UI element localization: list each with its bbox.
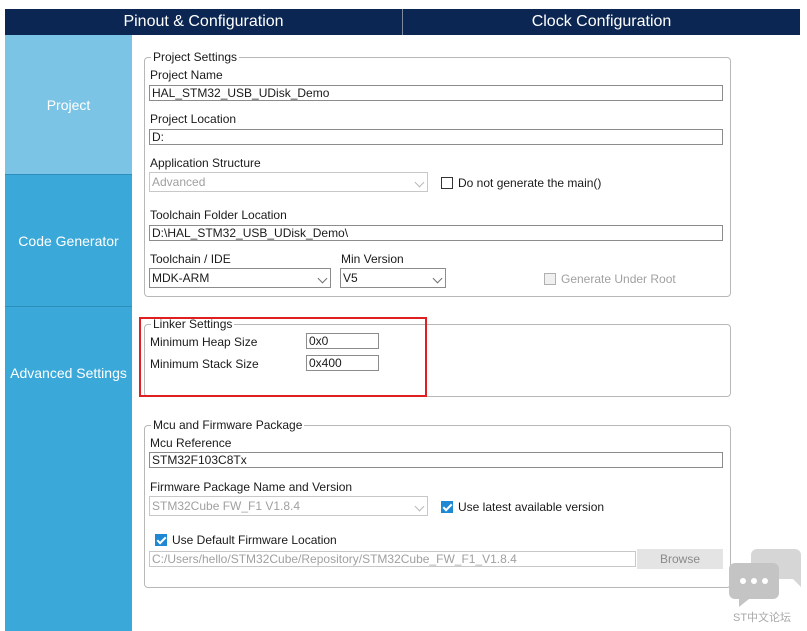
top-tab-bar: Pinout & Configuration Clock Configurati… xyxy=(5,9,800,35)
chevron-down-icon xyxy=(317,273,328,284)
do-not-generate-main-checkbox[interactable]: Do not generate the main() xyxy=(441,176,601,190)
use-default-firmware-location-checkbox[interactable]: Use Default Firmware Location xyxy=(155,533,337,547)
toolchain-folder-input[interactable]: D:\HAL_STM32_USB_UDisk_Demo\ xyxy=(149,225,723,241)
browse-button[interactable]: Browse xyxy=(637,549,723,569)
annotation-highlight-box xyxy=(139,317,427,397)
project-settings-legend: Project Settings xyxy=(151,50,240,64)
sidebar-item-advanced-settings[interactable]: Advanced Settings xyxy=(5,306,132,439)
min-version-value: V5 xyxy=(343,271,358,285)
generate-under-root-checkbox[interactable]: Generate Under Root xyxy=(544,272,676,286)
min-version-select[interactable]: V5 xyxy=(340,268,446,288)
sidebar-item-code-generator[interactable]: Code Generator xyxy=(5,174,132,306)
application-structure-label: Application Structure xyxy=(150,156,261,170)
firmware-package-value: STM32Cube FW_F1 V1.8.4 xyxy=(152,499,301,513)
mcu-reference-input[interactable]: STM32F103C8Tx xyxy=(149,452,723,468)
toolchain-folder-label: Toolchain Folder Location xyxy=(150,208,287,222)
use-latest-version-checkbox[interactable]: Use latest available version xyxy=(441,500,604,514)
toolchain-ide-value: MDK-ARM xyxy=(152,271,210,285)
checkbox-checked-icon xyxy=(155,534,167,546)
application-structure-select[interactable]: Advanced xyxy=(149,172,428,192)
checkbox-checked-icon xyxy=(441,501,453,513)
chevron-down-icon xyxy=(414,501,425,512)
watermark-text: ST中文论坛 xyxy=(733,612,792,624)
generate-under-root-label: Generate Under Root xyxy=(561,272,676,286)
mcu-firmware-package-legend: Mcu and Firmware Package xyxy=(151,418,305,432)
firmware-location-input[interactable]: C:/Users/hello/STM32Cube/Repository/STM3… xyxy=(149,551,636,567)
min-version-label: Min Version xyxy=(341,252,404,266)
mcu-reference-label: Mcu Reference xyxy=(150,436,232,450)
checkbox-icon xyxy=(441,177,453,189)
chevron-down-icon xyxy=(414,177,425,188)
checkbox-icon xyxy=(544,273,556,285)
do-not-generate-main-label: Do not generate the main() xyxy=(458,176,602,190)
project-location-input[interactable]: D: xyxy=(149,129,723,145)
firmware-package-label: Firmware Package Name and Version xyxy=(150,480,353,494)
application-structure-value: Advanced xyxy=(152,175,206,189)
toolchain-ide-select[interactable]: MDK-ARM xyxy=(149,268,331,288)
use-latest-version-label: Use latest available version xyxy=(458,500,605,514)
sidebar: Project Code Generator Advanced Settings xyxy=(5,35,132,631)
firmware-package-select[interactable]: STM32Cube FW_F1 V1.8.4 xyxy=(149,496,428,516)
project-location-label: Project Location xyxy=(150,112,237,126)
tab-pinout-configuration[interactable]: Pinout & Configuration xyxy=(5,9,402,35)
tab-clock-configuration[interactable]: Clock Configuration xyxy=(402,9,800,35)
project-name-label: Project Name xyxy=(150,68,223,82)
toolchain-ide-label: Toolchain / IDE xyxy=(150,252,231,266)
chevron-down-icon xyxy=(432,273,443,284)
use-default-firmware-location-label: Use Default Firmware Location xyxy=(172,533,337,547)
project-name-input[interactable]: HAL_STM32_USB_UDisk_Demo xyxy=(149,85,723,101)
sidebar-item-project[interactable]: Project xyxy=(5,35,132,174)
